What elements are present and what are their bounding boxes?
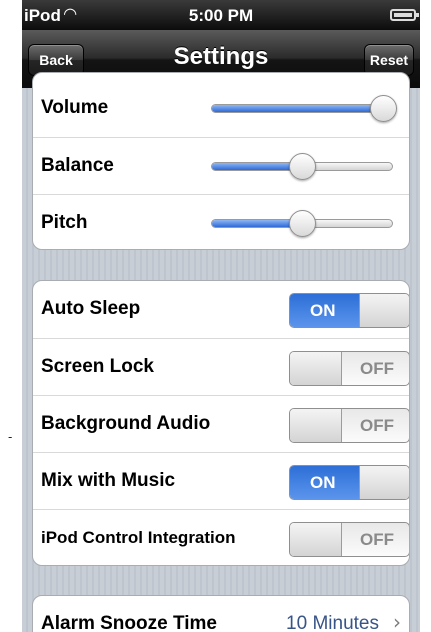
auto-sleep-toggle[interactable]: ON: [289, 293, 409, 328]
screen-lock-toggle[interactable]: OFF: [289, 351, 409, 386]
background-audio-toggle-state: OFF: [360, 416, 394, 435]
ipod-control-label: iPod Control Integration: [41, 528, 236, 547]
ipod-control-toggle-state: OFF: [360, 530, 394, 549]
volume-slider-fill: [212, 105, 383, 112]
device-screen: iPod ◠ 5:00 PM Settings Back Reset Volum…: [22, 0, 420, 632]
volume-slider[interactable]: [211, 95, 397, 122]
auto-sleep-toggle-state: ON: [310, 301, 336, 320]
background-audio-row: Background Audio OFF: [33, 395, 409, 452]
background-audio-toggle[interactable]: OFF: [289, 408, 409, 443]
balance-row: Balance: [33, 137, 409, 194]
pitch-label: Pitch: [41, 212, 88, 233]
pitch-row: Pitch: [33, 194, 409, 249]
battery-icon: [390, 9, 419, 21]
screen-lock-row: Screen Lock OFF: [33, 338, 409, 395]
ipod-control-toggle[interactable]: OFF: [289, 522, 409, 557]
balance-slider-thumb[interactable]: [289, 153, 316, 180]
balance-slider[interactable]: [211, 153, 393, 180]
volume-row: Volume: [33, 80, 409, 137]
chevron-right-icon: ›: [393, 610, 401, 632]
balance-label: Balance: [41, 155, 114, 176]
pitch-slider-thumb[interactable]: [289, 210, 316, 237]
screen-lock-label: Screen Lock: [41, 356, 154, 377]
behavior-settings-group: Auto Sleep ON Screen Lock OFF Background…: [32, 280, 410, 566]
volume-label: Volume: [41, 97, 109, 118]
alarm-snooze-row[interactable]: Alarm Snooze Time 10 Minutes ›: [33, 596, 409, 632]
auto-sleep-label: Auto Sleep: [41, 298, 141, 319]
alarm-settings-group: Alarm Snooze Time 10 Minutes ›: [32, 595, 410, 632]
status-time: 5:00 PM: [188, 6, 254, 25]
mix-with-music-label: Mix with Music: [41, 470, 176, 491]
stray-mark: -: [8, 430, 13, 444]
alarm-snooze-label: Alarm Snooze Time: [41, 613, 217, 632]
pitch-slider[interactable]: [211, 210, 393, 237]
mix-with-music-toggle[interactable]: ON: [289, 465, 409, 500]
background-audio-label: Background Audio: [41, 413, 211, 434]
status-bar: iPod ◠ 5:00 PM: [22, 0, 420, 30]
audio-settings-group: Volume Balance Pitch: [32, 72, 410, 250]
ipod-control-row: iPod Control Integration OFF: [33, 509, 409, 565]
alarm-snooze-value: 10 Minutes: [286, 613, 379, 632]
screen-lock-toggle-state: OFF: [360, 359, 394, 378]
mix-with-music-row: Mix with Music ON: [33, 452, 409, 509]
auto-sleep-row: Auto Sleep ON: [33, 281, 409, 338]
mix-with-music-toggle-state: ON: [310, 473, 336, 492]
volume-slider-thumb[interactable]: [370, 95, 397, 122]
